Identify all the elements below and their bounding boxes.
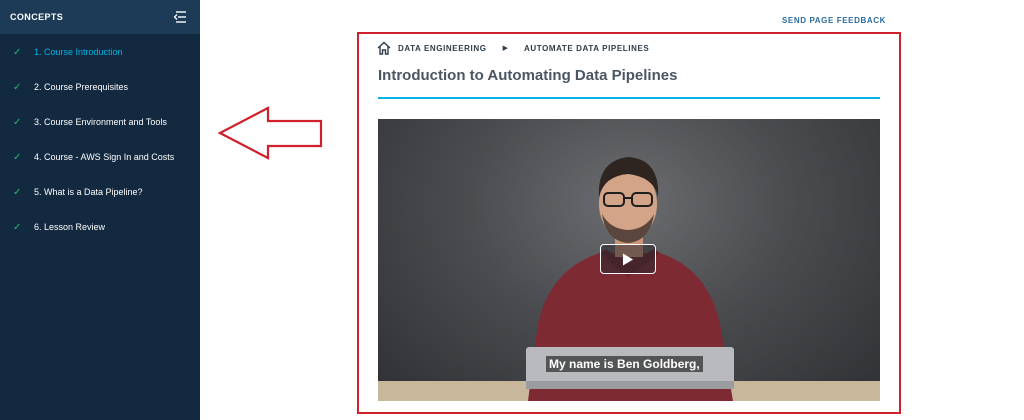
checkmark-icon: ✓ <box>13 116 22 128</box>
checkmark-icon: ✓ <box>13 186 22 198</box>
concept-item-1[interactable]: ✓ 1. Course Introduction <box>0 37 200 67</box>
play-icon <box>623 253 633 265</box>
breadcrumb-item-automate-data-pipelines[interactable]: AUTOMATE DATA PIPELINES <box>524 44 649 53</box>
concept-label: 6. Lesson Review <box>34 222 106 232</box>
play-button[interactable] <box>600 244 656 274</box>
concept-item-6[interactable]: ✓ 6. Lesson Review <box>0 212 200 242</box>
send-feedback-link[interactable]: SEND PAGE FEEDBACK <box>782 16 886 25</box>
breadcrumb-item-data-engineering[interactable]: DATA ENGINEERING <box>398 44 487 53</box>
concept-label: 1. Course Introduction <box>34 47 123 57</box>
concept-item-2[interactable]: ✓ 2. Course Prerequisites <box>0 72 200 102</box>
video-caption: My name is Ben Goldberg, <box>546 356 703 372</box>
sidebar-title: CONCEPTS <box>10 12 64 22</box>
concept-label: 5. What is a Data Pipeline? <box>34 187 143 197</box>
checkmark-icon: ✓ <box>13 221 22 233</box>
sidebar-header: CONCEPTS <box>0 0 200 34</box>
annotation-arrow <box>218 106 323 160</box>
video-player[interactable]: My name is Ben Goldberg, <box>378 119 880 401</box>
collapse-menu-icon[interactable] <box>172 9 188 25</box>
concept-label: 3. Course Environment and Tools <box>34 117 167 127</box>
sidebar: CONCEPTS ✓ 1. Course Introduction ✓ 2. C… <box>0 0 200 420</box>
checkmark-icon: ✓ <box>13 151 22 163</box>
checkmark-icon: ✓ <box>13 46 22 58</box>
concept-item-3[interactable]: ✓ 3. Course Environment and Tools <box>0 107 200 137</box>
content-highlight-frame: DATA ENGINEERING ▶ AUTOMATE DATA PIPELIN… <box>357 32 901 414</box>
page-title: Introduction to Automating Data Pipeline… <box>378 67 678 84</box>
concept-item-4[interactable]: ✓ 4. Course - AWS Sign In and Costs <box>0 142 200 172</box>
concept-label: 4. Course - AWS Sign In and Costs <box>34 152 175 162</box>
checkmark-icon: ✓ <box>13 81 22 93</box>
breadcrumb: DATA ENGINEERING ▶ AUTOMATE DATA PIPELIN… <box>377 40 649 56</box>
concept-item-5[interactable]: ✓ 5. What is a Data Pipeline? <box>0 177 200 207</box>
breadcrumb-separator-icon: ▶ <box>502 45 508 52</box>
title-underline <box>378 97 880 99</box>
concept-label: 2. Course Prerequisites <box>34 82 129 92</box>
home-icon[interactable] <box>377 41 391 55</box>
